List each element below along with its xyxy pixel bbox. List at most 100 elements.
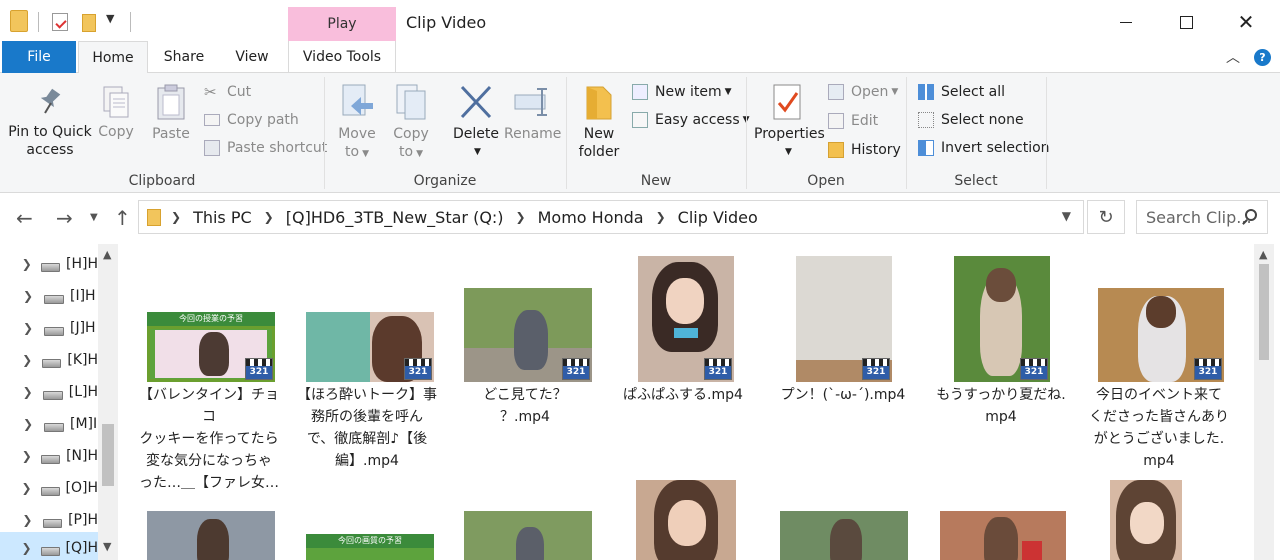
tab-view[interactable]: View — [220, 41, 284, 73]
open-icon — [828, 84, 844, 100]
edit-button[interactable]: Edit — [828, 110, 878, 132]
video-thumbnail[interactable] — [636, 480, 736, 560]
nav-item-label: [L]H — [68, 384, 98, 400]
expand-chevron-icon[interactable]: ❯ — [0, 513, 43, 527]
properties-icon — [773, 84, 801, 120]
address-bar[interactable]: ❯ This PC ❯ [Q]HD6_3TB_New_Star (Q:) ❯ M… — [138, 200, 1084, 234]
video-thumbnail[interactable] — [464, 511, 592, 560]
copy-path-button[interactable]: Copy path — [204, 109, 299, 131]
breadcrumb-this-pc[interactable]: This PC — [193, 208, 252, 227]
history-label: History — [851, 142, 901, 158]
new-folder-quick-access-icon[interactable] — [82, 14, 96, 32]
content-scrollbar[interactable]: ▲ — [1254, 244, 1274, 560]
select-none-button[interactable]: Select none — [918, 109, 1024, 131]
file-item[interactable]: 321 【ほろ酔いトーク】事 務所の後輩を呼ん で、徹底解剖♪【後 編】.mp4 — [292, 244, 442, 560]
expand-chevron-icon[interactable]: ❯ — [0, 353, 42, 367]
tab-file[interactable]: File — [2, 41, 76, 73]
paste-shortcut-button[interactable]: Paste shortcut — [204, 137, 327, 159]
new-item-button[interactable]: New item ▼ — [632, 81, 732, 103]
nav-item-drive-q[interactable]: ❯ [Q]H — [0, 532, 98, 560]
history-button[interactable]: History — [828, 139, 901, 161]
customize-quick-access-dropdown[interactable]: ▼ — [106, 12, 114, 25]
nav-item-drive-j[interactable]: ❯ [J]H — [0, 312, 98, 344]
expand-chevron-icon[interactable]: ❯ — [0, 257, 41, 271]
video-thumbnail[interactable]: 今回の画質の予習 — [306, 534, 434, 560]
search-input[interactable]: Search Clip... — [1136, 200, 1268, 234]
delete-dropdown-caret[interactable]: ▼ — [455, 143, 500, 161]
nav-item-drive-n[interactable]: ❯ [N]H — [0, 440, 98, 472]
refresh-button[interactable]: ↻ — [1087, 200, 1125, 234]
back-arrow-icon[interactable]: ← — [16, 206, 33, 230]
breadcrumb-chevron-icon[interactable]: ❯ — [264, 210, 274, 224]
pin-to-quick-access-button[interactable]: Pin to Quick access — [8, 85, 92, 159]
copy-button[interactable]: Copy — [96, 85, 136, 141]
tab-video-tools[interactable]: Video Tools — [288, 41, 396, 73]
nav-item-drive-o[interactable]: ❯ [O]H — [0, 472, 98, 504]
copy-label: Copy — [98, 124, 134, 140]
forward-arrow-icon[interactable]: → — [56, 206, 73, 230]
expand-chevron-icon[interactable]: ❯ — [0, 449, 41, 463]
up-arrow-icon[interactable]: ↑ — [114, 206, 131, 230]
select-all-button[interactable]: Select all — [918, 81, 1005, 103]
cut-button[interactable]: ✂ Cut — [204, 81, 251, 103]
video-player-badge-icon: 321 — [1020, 358, 1048, 380]
breadcrumb-drive[interactable]: [Q]HD6_3TB_New_Star (Q:) — [286, 208, 504, 227]
copy-to-button[interactable]: Copy to ▼ — [388, 83, 434, 163]
close-button[interactable]: ✕ — [1216, 0, 1276, 44]
expand-chevron-icon[interactable]: ❯ — [0, 481, 41, 495]
search-placeholder: Search Clip... — [1146, 207, 1252, 227]
video-thumbnail[interactable] — [780, 511, 908, 560]
expand-chevron-icon[interactable]: ❯ — [0, 289, 44, 303]
rename-button[interactable]: Rename — [504, 83, 561, 143]
delete-button[interactable]: Delete ▼ — [452, 83, 500, 161]
video-thumbnail[interactable] — [1110, 480, 1182, 560]
expand-chevron-icon[interactable]: ❯ — [0, 321, 44, 335]
video-thumbnail[interactable] — [940, 511, 1066, 560]
scroll-thumb[interactable] — [102, 424, 114, 486]
navigation-scrollbar[interactable]: ▲ ▼ — [98, 244, 118, 560]
tab-home[interactable]: Home — [78, 41, 148, 74]
paste-button[interactable]: Paste — [150, 83, 192, 143]
video-thumbnail: 321 — [1098, 288, 1224, 382]
maximize-button[interactable] — [1156, 0, 1216, 44]
breadcrumb-chevron-icon[interactable]: ❯ — [171, 210, 181, 224]
scroll-up-arrow-icon[interactable]: ▲ — [1259, 248, 1267, 261]
new-folder-button[interactable]: New folder — [576, 83, 622, 161]
move-to-button[interactable]: Move to ▼ — [334, 83, 380, 163]
scroll-thumb[interactable] — [1259, 264, 1269, 360]
video-thumbnail[interactable] — [147, 511, 275, 560]
easy-access-button[interactable]: Easy access▼ — [632, 109, 750, 131]
minimize-button[interactable] — [1096, 0, 1156, 44]
properties-quick-access-icon[interactable] — [52, 13, 68, 31]
nav-item-drive-i[interactable]: ❯ [I]H — [0, 280, 98, 312]
properties-dropdown-caret[interactable]: ▼ — [757, 143, 820, 161]
breadcrumb-chevron-icon[interactable]: ❯ — [656, 210, 666, 224]
breadcrumb-clip-video[interactable]: Clip Video — [678, 208, 758, 227]
help-icon[interactable]: ? — [1254, 49, 1271, 66]
nav-item-drive-h[interactable]: ❯ [H]H — [0, 248, 98, 280]
invert-selection-button[interactable]: Invert selection — [918, 137, 1050, 159]
open-button[interactable]: Open ▼ — [828, 81, 898, 103]
collapse-ribbon-chevron-icon[interactable]: ︿ — [1226, 47, 1240, 67]
tab-share[interactable]: Share — [152, 41, 216, 73]
breadcrumb-chevron-icon[interactable]: ❯ — [516, 210, 526, 224]
scroll-up-arrow-icon[interactable]: ▲ — [103, 248, 111, 261]
properties-button[interactable]: Properties ▼ — [754, 83, 825, 161]
drive-icon — [41, 262, 61, 272]
drive-icon — [41, 454, 61, 464]
nav-item-drive-k[interactable]: ❯ [K]H — [0, 344, 98, 376]
move-to-icon — [342, 84, 373, 116]
drive-icon — [44, 422, 64, 432]
expand-chevron-icon[interactable]: ❯ — [0, 385, 43, 399]
scroll-down-arrow-icon[interactable]: ▼ — [103, 540, 111, 553]
minimize-icon — [1120, 21, 1132, 23]
breadcrumb-momo-honda[interactable]: Momo Honda — [538, 208, 644, 227]
new-group-label: New — [640, 173, 672, 189]
expand-chevron-icon[interactable]: ❯ — [0, 541, 41, 555]
nav-item-label: [I]H — [70, 288, 96, 304]
address-dropdown-chevron-icon[interactable]: ▼ — [1062, 209, 1071, 223]
expand-chevron-icon[interactable]: ❯ — [0, 417, 44, 431]
recent-locations-chevron-icon[interactable]: ▼ — [90, 212, 98, 223]
nav-item-drive-l[interactable]: ❯ [L]H — [0, 376, 98, 408]
nav-item-drive-m[interactable]: ❯ [M]I — [0, 408, 98, 440]
